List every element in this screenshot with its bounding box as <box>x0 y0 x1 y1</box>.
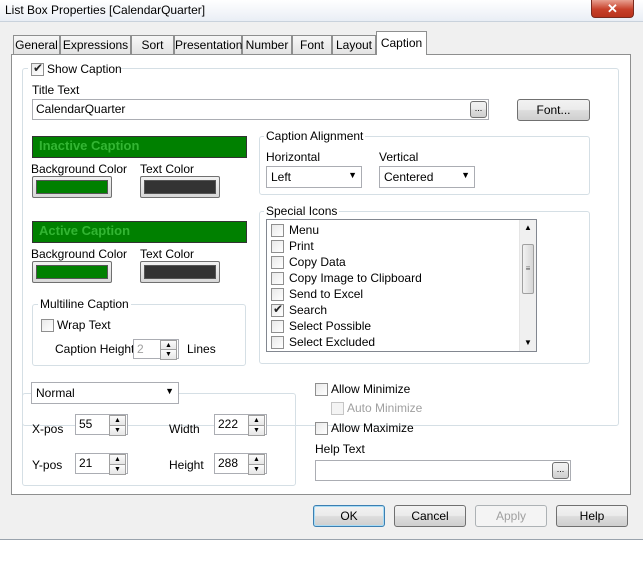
special-icon-checkbox[interactable] <box>271 302 284 317</box>
special-icon-label: Select Possible <box>289 319 372 333</box>
help-button[interactable]: Help <box>556 505 628 527</box>
horizontal-align-value: Left <box>271 170 292 184</box>
active-text-color-label: Text Color <box>140 247 195 261</box>
vertical-label: Vertical <box>379 150 419 164</box>
inactive-text-color-fill <box>144 180 216 194</box>
font-button[interactable]: Font... <box>517 99 590 121</box>
size-mode-select[interactable]: Normal ▼ <box>31 382 179 404</box>
ypos-label: Y-pos <box>32 458 63 472</box>
xpos-label: X-pos <box>32 422 64 436</box>
active-text-color-fill <box>144 265 216 279</box>
show-caption-label: Show Caption <box>47 62 122 76</box>
apply-button[interactable]: Apply <box>475 505 547 527</box>
title-text-ellipsis-button[interactable]: ... <box>470 101 487 118</box>
inactive-text-color-button[interactable] <box>140 176 220 198</box>
wrap-text-label: Wrap Text <box>57 318 111 332</box>
active-bg-color-fill <box>36 265 108 279</box>
special-icons-list: Menu Print Copy Data Copy Image to Clipb… <box>266 219 537 352</box>
tab-sort[interactable]: Sort <box>131 35 174 54</box>
horizontal-align-select[interactable]: Left ▼ <box>266 166 362 188</box>
help-text-input[interactable] <box>315 460 571 481</box>
active-bg-color-label: Background Color <box>31 247 128 261</box>
special-icon-label: Copy Data <box>289 255 346 269</box>
height-down[interactable]: ▼ <box>248 464 265 475</box>
height-label: Height <box>169 458 204 472</box>
dialog-window: List Box Properties [CalendarQuarter] ✕ … <box>0 0 643 540</box>
special-icon-checkbox[interactable] <box>271 272 284 285</box>
active-caption-preview: Active Caption <box>32 221 247 243</box>
width-label: Width <box>169 422 200 436</box>
help-text-label: Help Text <box>315 442 365 456</box>
show-caption-checkbox[interactable] <box>31 61 44 76</box>
vertical-align-value: Centered <box>384 170 434 184</box>
caption-height-label: Caption Height <box>55 342 135 356</box>
special-icon-label: Select Excluded <box>289 335 376 349</box>
allow-maximize-checkbox[interactable] <box>315 422 328 435</box>
horizontal-label: Horizontal <box>266 150 321 164</box>
special-icon-checkbox[interactable] <box>271 256 284 269</box>
caption-height-down[interactable]: ▼ <box>160 349 177 360</box>
special-icons-label: Special Icons <box>264 204 340 218</box>
tab-expressions[interactable]: Expressions <box>60 35 131 54</box>
tab-presentation[interactable]: Presentation <box>174 35 242 54</box>
width-down[interactable]: ▼ <box>248 425 265 436</box>
inactive-bg-color-label: Background Color <box>31 162 128 176</box>
special-icon-label: Copy Image to Clipboard <box>289 271 422 285</box>
special-icon-checkbox[interactable] <box>271 224 284 237</box>
close-button[interactable]: ✕ <box>591 0 634 18</box>
special-icon-checkbox[interactable] <box>271 288 284 301</box>
allow-minimize-checkbox[interactable] <box>315 383 328 396</box>
scrollbar-thumb[interactable]: ≡ <box>522 244 534 294</box>
active-bg-color-button[interactable] <box>32 261 112 283</box>
auto-minimize-label: Auto Minimize <box>347 401 423 415</box>
ok-button[interactable]: OK <box>313 505 385 527</box>
inactive-text-color-label: Text Color <box>140 162 195 176</box>
size-mode-value: Normal <box>36 386 75 400</box>
vertical-align-select[interactable]: Centered ▼ <box>379 166 475 188</box>
special-icon-label: Send to Excel <box>289 287 364 301</box>
inactive-bg-color-button[interactable] <box>32 176 112 198</box>
window-title: List Box Properties [CalendarQuarter] <box>5 3 206 17</box>
auto-minimize-checkbox[interactable] <box>331 402 344 415</box>
tab-number[interactable]: Number <box>242 35 292 54</box>
chevron-down-icon: ▼ <box>461 170 470 180</box>
caption-tab-panel: Show Caption Title Text CalendarQuarter … <box>11 54 631 495</box>
tab-font[interactable]: Font <box>292 35 332 54</box>
special-icons-scrollbar[interactable]: ▲ ≡ ▼ <box>519 220 536 351</box>
special-icon-checkbox[interactable] <box>271 320 284 333</box>
lines-label: Lines <box>187 342 216 356</box>
wrap-text-checkbox[interactable] <box>41 319 54 332</box>
chevron-down-icon: ▼ <box>348 170 357 180</box>
special-icon-checkbox[interactable] <box>271 336 284 349</box>
special-icon-label: Search <box>289 303 328 317</box>
caption-alignment-label: Caption Alignment <box>264 129 366 143</box>
help-text-ellipsis-button[interactable]: ... <box>552 462 569 479</box>
tab-general[interactable]: General <box>13 35 60 54</box>
title-bar: List Box Properties [CalendarQuarter] ✕ <box>0 0 643 22</box>
title-text-input[interactable]: CalendarQuarter <box>32 99 489 120</box>
active-text-color-button[interactable] <box>140 261 220 283</box>
allow-minimize-label: Allow Minimize <box>331 382 411 396</box>
chevron-down-icon: ▼ <box>165 386 174 396</box>
multiline-caption-label: Multiline Caption <box>38 297 131 311</box>
inactive-caption-preview: Inactive Caption <box>32 136 247 158</box>
allow-maximize-label: Allow Maximize <box>331 421 414 435</box>
tab-caption[interactable]: Caption <box>376 31 427 55</box>
special-icon-label: Menu <box>289 223 320 237</box>
cancel-button[interactable]: Cancel <box>394 505 466 527</box>
scroll-down-icon[interactable]: ▼ <box>520 335 536 351</box>
scroll-up-icon[interactable]: ▲ <box>520 220 536 236</box>
title-text-label: Title Text <box>32 83 80 97</box>
ypos-down[interactable]: ▼ <box>109 464 126 475</box>
inactive-bg-color-fill <box>36 180 108 194</box>
tab-layout[interactable]: Layout <box>332 35 376 54</box>
special-icon-label: Print <box>289 239 314 253</box>
special-icon-checkbox[interactable] <box>271 240 284 253</box>
xpos-down[interactable]: ▼ <box>109 425 126 436</box>
